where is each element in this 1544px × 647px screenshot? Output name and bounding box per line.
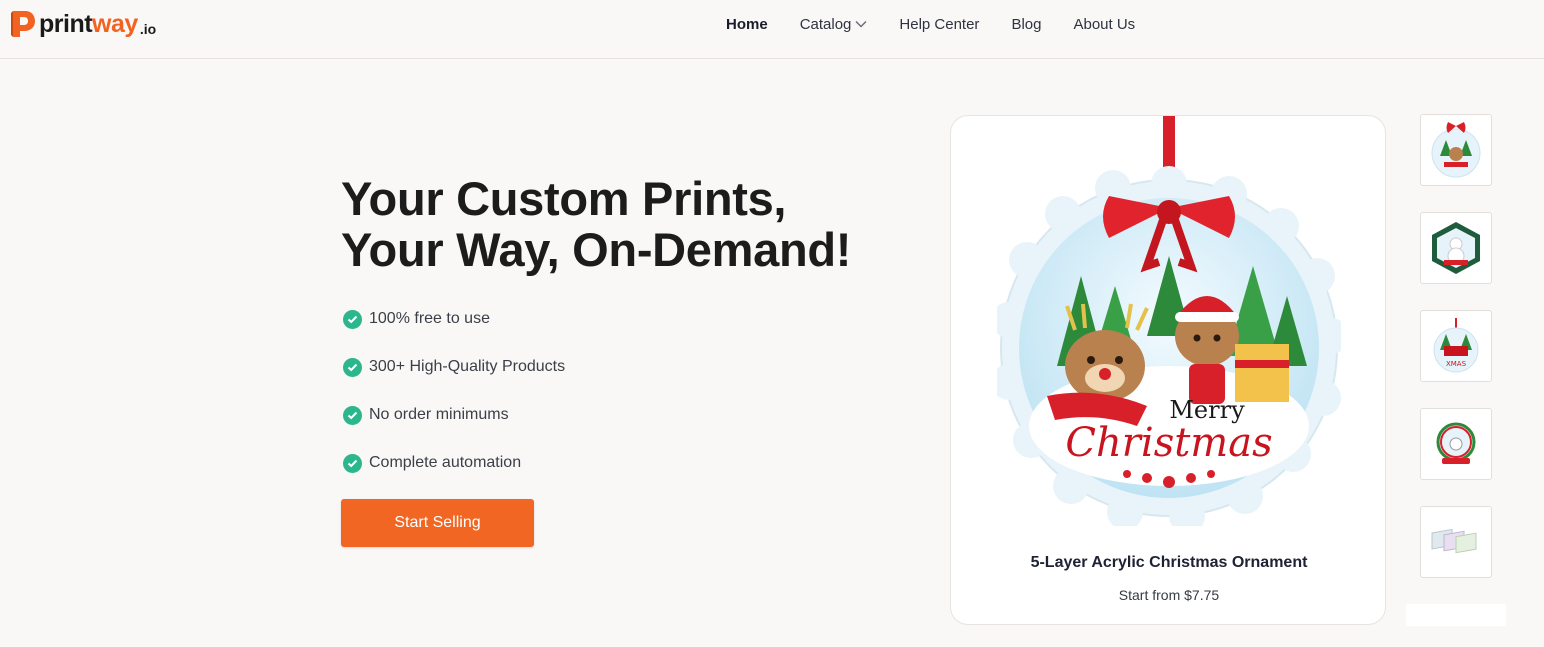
nav-about-us[interactable]: About Us: [1073, 16, 1135, 33]
ornament-round-truck-icon: XMAS: [1433, 318, 1479, 373]
product-price: Start from $7.75: [1118, 587, 1220, 603]
ornament-hexagon-snowman-icon: [1432, 222, 1480, 274]
thumbnail-3[interactable]: XMAS: [1420, 310, 1492, 382]
feature-item: 100% free to use: [343, 308, 565, 330]
check-circle-icon: [343, 405, 362, 425]
feature-item: 300+ High-Quality Products: [343, 356, 565, 378]
check-circle-icon: [343, 357, 362, 377]
check-circle-icon: [343, 309, 362, 329]
thumbnail-1[interactable]: [1420, 114, 1492, 186]
ornament-snowglobe-icon: [1436, 422, 1476, 464]
thumbnail-5[interactable]: [1420, 506, 1492, 578]
ornament-text-christmas: Christmas: [1065, 420, 1272, 466]
svg-text:XMAS: XMAS: [1446, 360, 1467, 368]
christmas-ornament-image: Merry Christmas: [997, 116, 1341, 526]
nav-catalog[interactable]: Catalog: [800, 16, 868, 33]
check-circle-icon: [343, 453, 362, 473]
acrylic-layers-icon: [1431, 528, 1477, 554]
hero-title-line1: Your Custom Prints,: [341, 172, 787, 225]
thumbnail-overflow: [1406, 604, 1506, 626]
start-selling-button[interactable]: Start Selling: [341, 499, 534, 547]
product-name[interactable]: 5-Layer Acrylic Christmas Ornament: [951, 554, 1385, 572]
product-card[interactable]: Merry Christmas 5-Layer Acrylic Christma…: [950, 115, 1386, 625]
nav-blog[interactable]: Blog: [1011, 16, 1041, 33]
chevron-down-icon: [855, 20, 867, 28]
nav-home[interactable]: Home: [726, 16, 768, 33]
logo-wordmark: printway: [39, 10, 138, 38]
printway-logo[interactable]: printway .io: [9, 9, 156, 39]
ornament-round-santa-icon: [1431, 122, 1481, 178]
hero-title: Your Custom Prints, Your Way, On-Demand!: [341, 173, 851, 275]
logo-suffix: .io: [139, 21, 157, 37]
thumbnail-2[interactable]: [1420, 212, 1492, 284]
main-nav: Home Catalog Help Center Blog About Us: [726, 0, 1167, 48]
thumbnail-4[interactable]: [1420, 408, 1492, 480]
feature-item: Complete automation: [343, 452, 565, 474]
site-header: printway .io Home Catalog Help Center Bl…: [0, 0, 1544, 59]
printway-logo-icon: [11, 11, 35, 37]
feature-item: No order minimums: [343, 404, 565, 426]
hero-title-line2: Your Way, On-Demand!: [341, 223, 852, 276]
nav-help-center[interactable]: Help Center: [899, 16, 979, 33]
feature-list: 100% free to use 300+ High-Quality Produ…: [343, 308, 565, 500]
